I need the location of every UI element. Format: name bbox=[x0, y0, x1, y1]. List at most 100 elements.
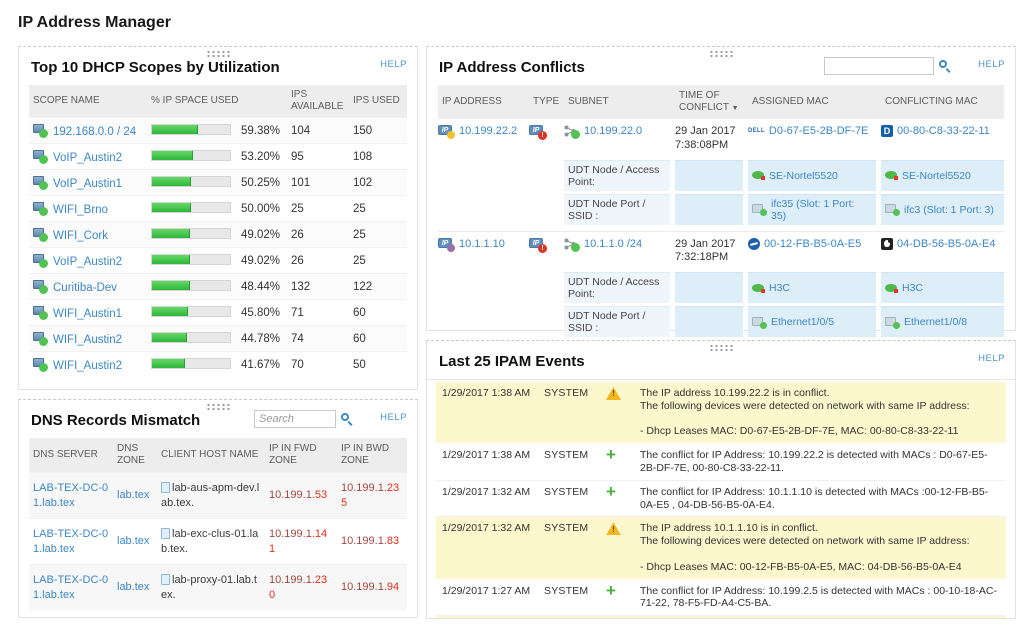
scope-link[interactable]: VoIP_Austin2 bbox=[53, 152, 122, 164]
event-date: 1/29/2017 1:38 AM bbox=[442, 449, 531, 462]
conflict-date: 29 Jan 2017 bbox=[675, 125, 736, 137]
scope-link[interactable]: WIFI_Austin2 bbox=[53, 334, 122, 346]
dns-server-link[interactable]: LAB-TEX-DC-01.lab.tex bbox=[33, 574, 108, 600]
search-icon[interactable] bbox=[341, 413, 353, 426]
dns-zone-link[interactable]: lab.tex bbox=[117, 535, 149, 547]
utilization-bar bbox=[151, 123, 231, 135]
scope-link[interactable]: WIFI_Brno bbox=[53, 204, 108, 216]
conflict-date: 29 Jan 2017 bbox=[675, 237, 736, 250]
panel-ip-conflicts: IP Address Conflicts HELP IP ADDRESS TYP… bbox=[426, 46, 1016, 385]
scope-link[interactable]: VoIP_Austin1 bbox=[53, 178, 122, 190]
panel-title: Top 10 DHCP Scopes by Utilization bbox=[31, 59, 280, 76]
ip-fwd-zone: 10.199.1. bbox=[269, 528, 315, 541]
ips-used: 25 bbox=[353, 202, 366, 215]
scope-link[interactable]: WIFI_Cork bbox=[53, 230, 108, 242]
table-row: WIFI_Austin1 45.80% 71 60 bbox=[29, 299, 407, 325]
assigned-port-link[interactable]: Ethernet1/0/5 bbox=[771, 316, 834, 328]
table-row: WIFI_Brno 50.00% 25 25 bbox=[29, 195, 407, 221]
warning-icon: ! bbox=[606, 522, 621, 536]
event-date: 1/29/2017 1:32 AM bbox=[442, 522, 531, 535]
interface-icon bbox=[885, 204, 900, 216]
search-input[interactable] bbox=[824, 57, 934, 75]
assigned-node-link[interactable]: H3C bbox=[769, 282, 790, 294]
help-link[interactable]: HELP bbox=[978, 59, 1005, 70]
assigned-mac-link[interactable]: 00-12-FB-B5-0A-E5 bbox=[764, 238, 861, 252]
conflicting-node-link[interactable]: SE-Nortel5520 bbox=[902, 170, 971, 182]
col-ip-bwd: IP IN BWD ZONE bbox=[341, 443, 390, 466]
node-status-icon bbox=[885, 283, 898, 293]
dhcp-scope-icon bbox=[33, 149, 48, 164]
scope-link[interactable]: WIFI_Austin1 bbox=[53, 308, 122, 320]
assigned-mac-link[interactable]: D0-67-E5-2B-DF-7E bbox=[769, 125, 869, 139]
search-icon[interactable] bbox=[939, 60, 951, 73]
utilization-bar bbox=[151, 305, 231, 317]
interface-icon bbox=[752, 316, 767, 329]
udt-node-label: UDT Node / Access Point: bbox=[564, 272, 670, 303]
dns-server-link[interactable]: LAB-TEX-DC-01.lab.tex bbox=[33, 482, 108, 508]
subnet-link[interactable]: 10.1.1.0 /24 bbox=[584, 238, 642, 252]
conflict-ip-link[interactable]: 10.199.22.2 bbox=[459, 125, 517, 139]
help-link[interactable]: HELP bbox=[978, 353, 1005, 364]
col-ip-fwd: IP IN FWD ZONE bbox=[269, 443, 317, 466]
col-subnet[interactable]: SUBNET bbox=[564, 96, 670, 108]
subnet-icon bbox=[564, 238, 580, 252]
ips-used: 122 bbox=[353, 280, 373, 293]
event-row: 1/29/2017 1:27 AM SYSTEM ! The IP addres… bbox=[436, 616, 1006, 618]
event-date: 1/29/2017 1:27 AM bbox=[442, 584, 531, 597]
udt-port-label: UDT Node Port / SSID : bbox=[564, 306, 670, 337]
help-link[interactable]: HELP bbox=[380, 412, 407, 423]
status-up-icon bbox=[39, 310, 48, 320]
conflicting-port-link[interactable]: Ethernet1/0/8 bbox=[904, 316, 967, 328]
conflict-ip-link[interactable]: 10.1.1.10 bbox=[459, 238, 505, 252]
conflicting-mac-link[interactable]: 00-80-C8-33-22-11 bbox=[897, 125, 990, 139]
status-reserved-icon bbox=[447, 131, 455, 139]
pct-used: 49.02% bbox=[241, 228, 281, 241]
scope-link[interactable]: WIFI_Austin2 bbox=[53, 360, 122, 372]
status-up-icon bbox=[39, 362, 48, 372]
ips-used: 150 bbox=[353, 124, 373, 137]
assigned-node-link[interactable]: SE-Nortel5520 bbox=[769, 170, 838, 182]
dhcp-scope-icon bbox=[33, 357, 48, 372]
subnet-link[interactable]: 10.199.22.0 bbox=[584, 125, 642, 139]
conflicting-node-link[interactable]: H3C bbox=[902, 282, 923, 294]
utilization-bar bbox=[151, 331, 231, 343]
dhcp-scope-icon bbox=[33, 123, 48, 138]
col-assigned-mac[interactable]: ASSIGNED MAC bbox=[748, 96, 876, 108]
event-source: SYSTEM bbox=[544, 387, 589, 399]
subnet-icon bbox=[564, 125, 580, 139]
utilization-bar bbox=[151, 227, 231, 239]
dns-zone-link[interactable]: lab.tex bbox=[117, 489, 149, 501]
ips-available: 95 bbox=[291, 150, 304, 163]
col-conflicting-mac[interactable]: CONFLICTING MAC bbox=[881, 96, 1004, 108]
interface-icon bbox=[885, 316, 900, 329]
event-message: The IP address 10.199.22.2 is in conflic… bbox=[640, 387, 970, 438]
dhcp-scope-icon bbox=[33, 227, 48, 242]
col-time-of-conflict[interactable]: TIME OF CONFLICT ▼ bbox=[675, 90, 743, 114]
ips-available: 26 bbox=[291, 228, 304, 241]
status-up-icon bbox=[893, 209, 900, 216]
scope-link[interactable]: 192.168.0.0 / 24 bbox=[53, 126, 136, 138]
ips-available: 25 bbox=[291, 202, 304, 215]
table-header: IP ADDRESS TYPE SUBNET TIME OF CONFLICT … bbox=[438, 85, 1004, 119]
scope-link[interactable]: VoIP_Austin2 bbox=[53, 256, 122, 268]
dhcp-scope-icon bbox=[33, 175, 48, 190]
apple-logo-icon bbox=[881, 237, 893, 250]
assigned-port-link[interactable]: ifc35 (Slot: 1 Port: 35) bbox=[771, 198, 872, 222]
conflicting-port-link[interactable]: ifc3 (Slot: 1 Port: 3) bbox=[904, 204, 994, 216]
dns-zone-link[interactable]: lab.tex bbox=[117, 581, 149, 593]
help-link[interactable]: HELP bbox=[380, 59, 407, 70]
col-ip-address[interactable]: IP ADDRESS bbox=[438, 96, 524, 108]
search-input[interactable] bbox=[254, 410, 336, 428]
event-message: The IP address 10.1.1.10 is in conflict.… bbox=[640, 522, 970, 573]
scope-link[interactable]: Curitiba-Dev bbox=[53, 282, 117, 294]
dns-server-link[interactable]: LAB-TEX-DC-01.lab.tex bbox=[33, 528, 108, 554]
dns-record-icon bbox=[161, 482, 170, 494]
conflicting-mac-link[interactable]: 04-DB-56-B5-0A-E4 bbox=[897, 238, 995, 252]
status-up-icon bbox=[39, 258, 48, 268]
dlink-logo-icon: D bbox=[881, 125, 893, 137]
table-header: SCOPE NAME % IP SPACE USED IPS AVAILABLE… bbox=[29, 85, 407, 117]
dhcp-scope-icon bbox=[33, 279, 48, 294]
event-source: SYSTEM bbox=[544, 522, 589, 535]
col-type[interactable]: TYPE bbox=[529, 96, 559, 108]
table-row: Curitiba-Dev 48.44% 132 122 bbox=[29, 273, 407, 299]
